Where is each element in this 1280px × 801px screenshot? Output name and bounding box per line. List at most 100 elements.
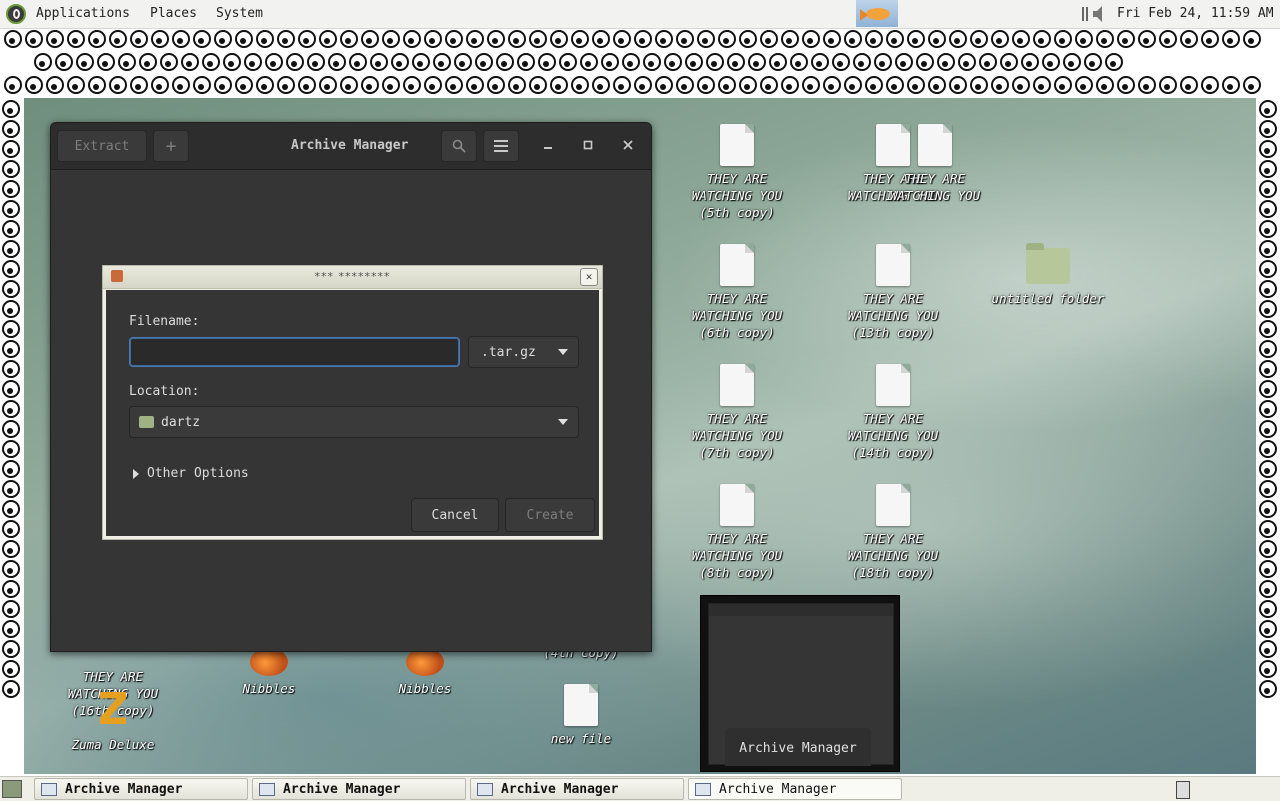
volume-icon[interactable] — [1082, 5, 1110, 23]
eye-icon — [613, 30, 631, 48]
eye-icon — [349, 53, 367, 71]
eye-icon — [748, 53, 766, 71]
eye-icon — [1201, 76, 1219, 94]
minimize-button[interactable] — [537, 135, 559, 157]
eye-icon — [1259, 140, 1277, 158]
desktop-icon-nibbles[interactable]: Nibbles — [204, 648, 334, 697]
eye-icon — [979, 53, 997, 71]
eye-icon — [949, 76, 967, 94]
dialog-titlebar[interactable]: *** ******** ✕ — [103, 266, 602, 289]
eye-icon — [937, 53, 955, 71]
eye-icon — [193, 76, 211, 94]
eye-icon — [445, 76, 463, 94]
eye-icon — [307, 53, 325, 71]
extension-dropdown[interactable]: .tar.gz — [468, 336, 579, 368]
taskbar-item-archive-manager-active[interactable]: Archive Manager — [688, 778, 902, 800]
eye-icon — [1033, 76, 1051, 94]
desktop-icon-document[interactable]: THEY ARE WATCHING YOU (7th copy) — [672, 364, 802, 461]
header-bar[interactable]: Extract + Archive Manager — [51, 123, 651, 170]
system-menu[interactable]: System — [216, 6, 263, 21]
eye-icon — [4, 30, 22, 48]
eye-icon — [508, 30, 526, 48]
eye-icon — [433, 53, 451, 71]
eye-icon — [2, 540, 20, 558]
eye-icon — [466, 30, 484, 48]
show-desktop-icon[interactable] — [2, 780, 22, 798]
taskbar-item-archive-manager[interactable]: Archive Manager — [34, 778, 248, 800]
eye-icon — [832, 53, 850, 71]
eye-icon — [1259, 360, 1277, 378]
eye-icon — [2, 480, 20, 498]
desktop-icon-untitled-folder[interactable]: untitled folder — [983, 243, 1113, 307]
wanda-fish-icon[interactable] — [856, 0, 898, 27]
eye-icon — [2, 180, 20, 198]
eye-icon — [424, 30, 442, 48]
new-archive-dialog[interactable]: *** ******** ✕ Filename: .tar.gz Locatio… — [102, 265, 603, 540]
preview-window-label: Archive Manager — [725, 728, 871, 766]
eyes-row-top — [2, 29, 1278, 51]
eye-icon — [634, 76, 652, 94]
eye-icon — [1259, 460, 1277, 478]
desktop-icon-document[interactable]: THEY ARE WATCHING YOU — [870, 124, 1000, 204]
add-files-button[interactable]: + — [153, 130, 189, 162]
maximize-button[interactable] — [577, 135, 599, 157]
hamburger-menu-icon — [494, 140, 508, 152]
search-button[interactable] — [441, 130, 477, 162]
dialog-title: *** ******** — [314, 270, 391, 283]
taskbar-item-archive-manager[interactable]: Archive Manager — [470, 778, 684, 800]
eye-icon — [580, 53, 598, 71]
extract-button[interactable]: Extract — [57, 130, 147, 162]
menu-button[interactable] — [483, 130, 519, 162]
eye-icon — [1117, 76, 1135, 94]
desktop-icon-document[interactable]: THEY ARE WATCHING YOU (8th copy) — [672, 484, 802, 581]
eye-icon — [1117, 30, 1135, 48]
dialog-close-button[interactable]: ✕ — [580, 268, 598, 286]
eye-icon — [1033, 30, 1051, 48]
eye-icon — [25, 76, 43, 94]
eye-icon — [559, 53, 577, 71]
desktop-icon-document[interactable]: THEY ARE WATCHING YOU (18th copy) — [828, 484, 958, 581]
eye-icon — [571, 30, 589, 48]
nibbles-icon — [250, 648, 288, 676]
other-options-expander[interactable]: Other Options — [133, 466, 249, 481]
eye-icon — [1105, 53, 1123, 71]
eye-icon — [2, 280, 20, 298]
eye-icon — [853, 53, 871, 71]
clock[interactable]: Fri Feb 24, 11:59 AM — [1117, 6, 1274, 21]
eye-icon — [496, 53, 514, 71]
places-menu[interactable]: Places — [150, 6, 197, 21]
eye-icon — [1259, 420, 1277, 438]
cancel-button[interactable]: Cancel — [411, 498, 499, 532]
window-preview-popup[interactable]: Archive Manager — [700, 595, 900, 772]
workspace-switcher-icon[interactable] — [1176, 781, 1190, 799]
eye-icon — [298, 76, 316, 94]
location-dropdown[interactable]: dartz — [129, 406, 579, 438]
applications-menu[interactable]: Applications — [36, 6, 130, 21]
eye-icon — [97, 53, 115, 71]
eyes-row-second — [32, 52, 1148, 74]
desktop-icon-document[interactable]: THEY ARE WATCHING YOU (5th copy) — [672, 124, 802, 221]
desktop-icon-document[interactable]: THEY ARE WATCHING YOU (14th copy) — [828, 364, 958, 461]
filename-input[interactable] — [129, 337, 460, 367]
eye-icon — [802, 76, 820, 94]
eye-icon — [1180, 76, 1198, 94]
desktop-icon-new-file[interactable]: new file — [516, 684, 646, 747]
eye-icon — [109, 76, 127, 94]
desktop-icon-zuma-deluxe[interactable]: Zuma Deluxe — [48, 688, 178, 753]
document-icon — [720, 484, 754, 526]
close-button[interactable] — [617, 135, 639, 157]
taskbar-item-archive-manager[interactable]: Archive Manager — [252, 778, 466, 800]
desktop-icon-nibbles[interactable]: Nibbles — [360, 648, 490, 697]
eye-icon — [1138, 76, 1156, 94]
desktop-icon-document[interactable]: THEY ARE WATCHING YOU (13th copy) — [828, 244, 958, 341]
eye-icon — [1075, 30, 1093, 48]
eye-icon — [928, 30, 946, 48]
gnome-foot-icon[interactable] — [6, 4, 26, 24]
create-button[interactable]: Create — [505, 498, 595, 532]
eye-icon — [2, 640, 20, 658]
eye-icon — [1259, 260, 1277, 278]
eye-icon — [2, 660, 20, 678]
eye-icon — [214, 76, 232, 94]
desktop-icon-document[interactable]: THEY ARE WATCHING YOU (6th copy) — [672, 244, 802, 341]
eye-icon — [370, 53, 388, 71]
